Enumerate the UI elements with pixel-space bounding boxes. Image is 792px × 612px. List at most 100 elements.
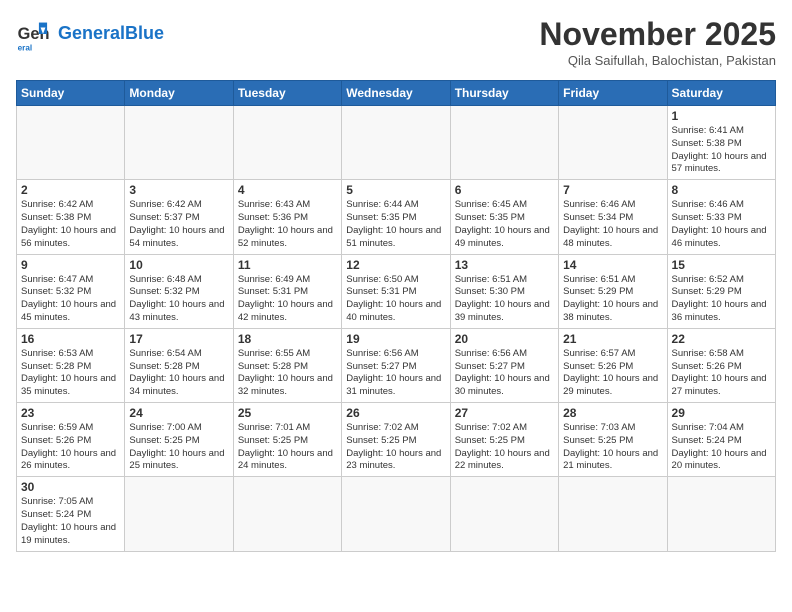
calendar-cell: 8 Sunrise: 6:46 AM Sunset: 5:33 PM Daylig… <box>667 180 775 254</box>
day-number: 22 <box>672 332 771 346</box>
page-header: Gen eral GeneralBlue November 2025 Qila … <box>16 16 776 68</box>
calendar-cell: 17Sunrise: 6:54 AM Sunset: 5:28 PM Dayli… <box>125 328 233 402</box>
weekday-header-thursday: Thursday <box>450 81 558 106</box>
day-info: Sunrise: 6:56 AM Sunset: 5:27 PM Dayligh… <box>455 348 554 399</box>
calendar-week-row: 16Sunrise: 6:53 AM Sunset: 5:28 PM Dayli… <box>17 328 776 402</box>
day-info: Sunrise: 6:59 AM Sunset: 5:26 PM Dayligh… <box>21 422 120 473</box>
calendar-week-row: 30Sunrise: 7:05 AM Sunset: 5:24 PM Dayli… <box>17 477 776 551</box>
day-info: Sunrise: 6:53 AM Sunset: 5:28 PM Dayligh… <box>21 348 120 399</box>
day-number: 27 <box>455 406 554 420</box>
calendar-cell: 4 Sunrise: 6:43 AM Sunset: 5:36 PM Daylig… <box>233 180 341 254</box>
calendar-cell <box>559 477 667 551</box>
calendar-cell: 2 Sunrise: 6:42 AM Sunset: 5:38 PM Daylig… <box>17 180 125 254</box>
day-info: Sunrise: 7:00 AM Sunset: 5:25 PM Dayligh… <box>129 422 228 473</box>
calendar-cell <box>17 106 125 180</box>
calendar-cell <box>233 477 341 551</box>
day-info: Sunrise: 6:55 AM Sunset: 5:28 PM Dayligh… <box>238 348 337 399</box>
day-number: 1 <box>672 109 771 123</box>
day-info: Sunrise: 7:02 AM Sunset: 5:25 PM Dayligh… <box>455 422 554 473</box>
month-title: November 2025 <box>539 16 776 53</box>
calendar-cell: 18 Sunrise: 6:55 AM Sunset: 5:28 PM Dayli… <box>233 328 341 402</box>
calendar-cell <box>342 106 450 180</box>
logo: Gen eral GeneralBlue <box>16 16 164 52</box>
calendar-cell: 13 Sunrise: 6:51 AM Sunset: 5:30 PM Dayli… <box>450 254 558 328</box>
day-info: Sunrise: 7:03 AM Sunset: 5:25 PM Dayligh… <box>563 422 662 473</box>
day-number: 23 <box>21 406 120 420</box>
weekday-header-row: SundayMondayTuesdayWednesdayThursdayFrid… <box>17 81 776 106</box>
weekday-header-tuesday: Tuesday <box>233 81 341 106</box>
calendar-week-row: 9Sunrise: 6:47 AM Sunset: 5:32 PM Daylig… <box>17 254 776 328</box>
day-number: 29 <box>672 406 771 420</box>
weekday-header-sunday: Sunday <box>17 81 125 106</box>
calendar-cell: 26 Sunrise: 7:02 AM Sunset: 5:25 PM Dayli… <box>342 403 450 477</box>
day-info: Sunrise: 6:58 AM Sunset: 5:26 PM Dayligh… <box>672 348 771 399</box>
day-info: Sunrise: 6:57 AM Sunset: 5:26 PM Dayligh… <box>563 348 662 399</box>
calendar-cell: 19 Sunrise: 6:56 AM Sunset: 5:27 PM Dayli… <box>342 328 450 402</box>
calendar-cell: 16Sunrise: 6:53 AM Sunset: 5:28 PM Dayli… <box>17 328 125 402</box>
day-number: 15 <box>672 258 771 272</box>
day-info: Sunrise: 6:42 AM Sunset: 5:37 PM Dayligh… <box>129 199 228 250</box>
day-number: 2 <box>21 183 120 197</box>
calendar-cell: 21 Sunrise: 6:57 AM Sunset: 5:26 PM Dayli… <box>559 328 667 402</box>
calendar-cell <box>233 106 341 180</box>
calendar-cell: 23 Sunrise: 6:59 AM Sunset: 5:26 PM Dayli… <box>17 403 125 477</box>
weekday-header-wednesday: Wednesday <box>342 81 450 106</box>
day-info: Sunrise: 6:46 AM Sunset: 5:33 PM Dayligh… <box>672 199 771 250</box>
day-info: Sunrise: 6:51 AM Sunset: 5:29 PM Dayligh… <box>563 274 662 325</box>
day-info: Sunrise: 7:02 AM Sunset: 5:25 PM Dayligh… <box>346 422 445 473</box>
day-info: Sunrise: 6:51 AM Sunset: 5:30 PM Dayligh… <box>455 274 554 325</box>
day-info: Sunrise: 6:41 AM Sunset: 5:38 PM Dayligh… <box>672 125 771 176</box>
calendar-cell: 11Sunrise: 6:49 AM Sunset: 5:31 PM Dayli… <box>233 254 341 328</box>
calendar-cell: 15 Sunrise: 6:52 AM Sunset: 5:29 PM Dayli… <box>667 254 775 328</box>
day-number: 8 <box>672 183 771 197</box>
calendar-cell: 20Sunrise: 6:56 AM Sunset: 5:27 PM Dayli… <box>450 328 558 402</box>
day-info: Sunrise: 6:44 AM Sunset: 5:35 PM Dayligh… <box>346 199 445 250</box>
day-info: Sunrise: 6:43 AM Sunset: 5:36 PM Dayligh… <box>238 199 337 250</box>
calendar-week-row: 2 Sunrise: 6:42 AM Sunset: 5:38 PM Daylig… <box>17 180 776 254</box>
day-info: Sunrise: 6:52 AM Sunset: 5:29 PM Dayligh… <box>672 274 771 325</box>
weekday-header-saturday: Saturday <box>667 81 775 106</box>
calendar-cell: 25Sunrise: 7:01 AM Sunset: 5:25 PM Dayli… <box>233 403 341 477</box>
day-number: 19 <box>346 332 445 346</box>
calendar: SundayMondayTuesdayWednesdayThursdayFrid… <box>16 80 776 552</box>
day-info: Sunrise: 6:45 AM Sunset: 5:35 PM Dayligh… <box>455 199 554 250</box>
day-info: Sunrise: 6:54 AM Sunset: 5:28 PM Dayligh… <box>129 348 228 399</box>
logo-icon: Gen eral <box>16 16 52 52</box>
calendar-cell: 12Sunrise: 6:50 AM Sunset: 5:31 PM Dayli… <box>342 254 450 328</box>
title-block: November 2025 Qila Saifullah, Balochista… <box>539 16 776 68</box>
calendar-cell <box>342 477 450 551</box>
day-number: 28 <box>563 406 662 420</box>
calendar-cell <box>559 106 667 180</box>
day-number: 21 <box>563 332 662 346</box>
day-info: Sunrise: 7:05 AM Sunset: 5:24 PM Dayligh… <box>21 496 120 547</box>
svg-text:eral: eral <box>18 43 33 52</box>
calendar-cell: 27 Sunrise: 7:02 AM Sunset: 5:25 PM Dayli… <box>450 403 558 477</box>
day-number: 13 <box>455 258 554 272</box>
calendar-cell <box>450 106 558 180</box>
day-info: Sunrise: 6:42 AM Sunset: 5:38 PM Dayligh… <box>21 199 120 250</box>
calendar-cell: 1 Sunrise: 6:41 AM Sunset: 5:38 PM Daylig… <box>667 106 775 180</box>
weekday-header-monday: Monday <box>125 81 233 106</box>
day-number: 7 <box>563 183 662 197</box>
day-number: 5 <box>346 183 445 197</box>
logo-text: GeneralBlue <box>58 24 164 44</box>
day-number: 24 <box>129 406 228 420</box>
day-info: Sunrise: 7:04 AM Sunset: 5:24 PM Dayligh… <box>672 422 771 473</box>
day-number: 6 <box>455 183 554 197</box>
day-number: 26 <box>346 406 445 420</box>
day-number: 11 <box>238 258 337 272</box>
logo-general: General <box>58 23 125 43</box>
calendar-week-row: 23 Sunrise: 6:59 AM Sunset: 5:26 PM Dayli… <box>17 403 776 477</box>
day-number: 25 <box>238 406 337 420</box>
day-number: 3 <box>129 183 228 197</box>
day-info: Sunrise: 6:56 AM Sunset: 5:27 PM Dayligh… <box>346 348 445 399</box>
day-number: 14 <box>563 258 662 272</box>
calendar-cell: 3 Sunrise: 6:42 AM Sunset: 5:37 PM Daylig… <box>125 180 233 254</box>
day-number: 18 <box>238 332 337 346</box>
calendar-cell <box>450 477 558 551</box>
calendar-cell: 7Sunrise: 6:46 AM Sunset: 5:34 PM Daylig… <box>559 180 667 254</box>
day-number: 4 <box>238 183 337 197</box>
weekday-header-friday: Friday <box>559 81 667 106</box>
day-info: Sunrise: 6:48 AM Sunset: 5:32 PM Dayligh… <box>129 274 228 325</box>
logo-blue: Blue <box>125 23 164 43</box>
